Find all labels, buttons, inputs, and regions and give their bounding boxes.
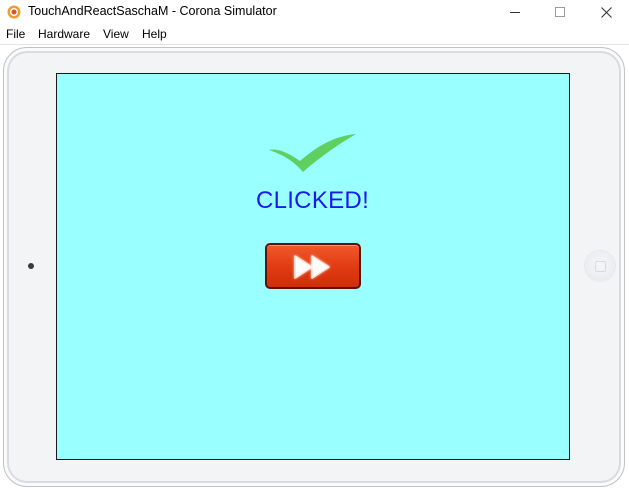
checkmark-icon: [269, 134, 356, 172]
home-square-icon: [595, 261, 606, 272]
fast-forward-icon: [294, 255, 330, 279]
minimize-button[interactable]: [492, 0, 538, 24]
menu-bar: File Hardware View Help: [0, 24, 629, 45]
fast-forward-button[interactable]: [265, 243, 361, 289]
status-text: CLICKED!: [255, 187, 370, 214]
menu-help[interactable]: Help: [142, 27, 167, 41]
menu-view[interactable]: View: [103, 27, 129, 41]
menu-hardware[interactable]: Hardware: [38, 27, 90, 41]
close-icon: [600, 6, 612, 18]
minimize-icon: [510, 12, 520, 13]
menu-file[interactable]: File: [6, 27, 25, 41]
window-title: TouchAndReactSaschaM - Corona Simulator: [28, 4, 277, 18]
maximize-icon: [555, 7, 565, 17]
close-button[interactable]: [583, 0, 629, 24]
title-bar: TouchAndReactSaschaM - Corona Simulator: [0, 0, 629, 24]
app-screen[interactable]: CLICKED!: [56, 73, 570, 460]
home-button[interactable]: [585, 251, 615, 281]
maximize-button[interactable]: [537, 0, 583, 24]
camera-dot: [28, 263, 34, 269]
corona-app-icon: [7, 5, 21, 19]
